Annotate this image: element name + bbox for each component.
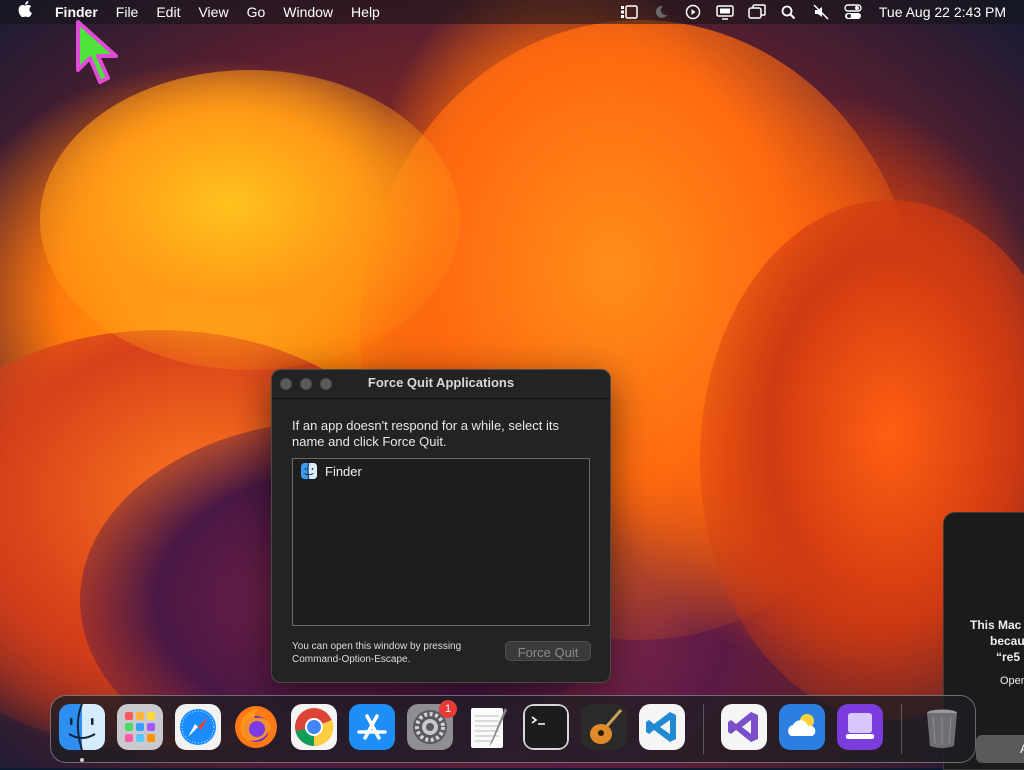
running-indicator bbox=[80, 758, 84, 762]
stage-manager-icon[interactable] bbox=[617, 0, 641, 24]
apple-configurator-icon bbox=[837, 704, 883, 750]
menu-view[interactable]: View bbox=[189, 0, 237, 24]
launchpad-icon bbox=[117, 704, 163, 750]
force-quit-button[interactable]: Force Quit bbox=[505, 641, 591, 661]
dock-firefox[interactable] bbox=[233, 704, 279, 750]
focus-moon-icon[interactable] bbox=[649, 0, 673, 24]
dock-separator bbox=[901, 704, 902, 754]
dock-finder[interactable] bbox=[59, 704, 105, 750]
dialog-description: If an app doesn't respond for a while, s… bbox=[292, 418, 559, 449]
safari-icon bbox=[175, 704, 221, 750]
apple-menu[interactable] bbox=[0, 0, 46, 24]
notification-line-1: This Mac bbox=[970, 618, 1022, 632]
finder-icon bbox=[59, 704, 105, 750]
dock-safari[interactable] bbox=[175, 704, 221, 750]
notification-button[interactable]: A bbox=[976, 735, 1024, 763]
dock-launchpad[interactable] bbox=[117, 704, 163, 750]
dock-separator bbox=[703, 704, 704, 754]
dock-app-store[interactable] bbox=[349, 704, 395, 750]
dock-weather[interactable] bbox=[779, 704, 825, 750]
menubar-clock[interactable]: Tue Aug 22 2:43 PM bbox=[869, 4, 1024, 20]
app-list[interactable]: Finder bbox=[292, 458, 590, 626]
display-icon[interactable] bbox=[713, 0, 737, 24]
chrome-icon bbox=[291, 704, 337, 750]
app-list-item[interactable]: Finder bbox=[293, 461, 589, 481]
notification-message: This Mac becau “re5 bbox=[970, 617, 1024, 665]
control-center-icon[interactable] bbox=[841, 0, 865, 24]
mouse-cursor-icon bbox=[76, 20, 118, 84]
menu-help[interactable]: Help bbox=[342, 0, 389, 24]
menu-window[interactable]: Window bbox=[274, 0, 342, 24]
app-name: Finder bbox=[325, 463, 362, 479]
dock: 1 bbox=[50, 695, 976, 763]
menu-bar: Finder File Edit View Go Window Help Tue… bbox=[0, 0, 1024, 24]
dock-visual-studio[interactable] bbox=[721, 704, 767, 750]
notification-subtext: Open bbox=[1000, 675, 1024, 687]
screen-recording-icon[interactable] bbox=[681, 0, 705, 24]
spotlight-search-icon[interactable] bbox=[777, 0, 801, 24]
dock-apple-configurator[interactable] bbox=[837, 704, 883, 750]
dock-terminal[interactable] bbox=[523, 704, 569, 750]
app-store-icon bbox=[349, 704, 395, 750]
dock-trash[interactable] bbox=[919, 704, 965, 750]
textedit-icon bbox=[471, 708, 507, 748]
garageband-icon bbox=[581, 704, 627, 750]
visual-studio-icon bbox=[721, 704, 767, 750]
force-quit-dialog: Force Quit Applications If an app doesn'… bbox=[271, 369, 611, 683]
notification-badge: 1 bbox=[439, 700, 457, 718]
finder-icon bbox=[301, 463, 317, 479]
dock-garageband[interactable] bbox=[581, 704, 627, 750]
weather-icon bbox=[779, 704, 825, 750]
notification-line-3: “re5 bbox=[996, 650, 1021, 664]
screen-mirroring-icon[interactable] bbox=[745, 0, 769, 24]
dialog-hint: You can open this window by pressing Com… bbox=[292, 641, 462, 665]
apple-icon bbox=[18, 1, 32, 18]
dialog-title: Force Quit Applications bbox=[367, 375, 515, 390]
menu-go[interactable]: Go bbox=[238, 0, 275, 24]
dock-vscode[interactable] bbox=[639, 704, 685, 750]
mute-icon[interactable] bbox=[809, 0, 833, 24]
dock-chrome[interactable] bbox=[291, 704, 337, 750]
dialog-titlebar: Force Quit Applications bbox=[272, 370, 610, 399]
dock-textedit[interactable] bbox=[465, 704, 511, 750]
menu-edit[interactable]: Edit bbox=[147, 0, 189, 24]
trash-icon bbox=[927, 709, 957, 748]
notification-line-2: becau bbox=[990, 634, 1024, 648]
terminal-icon bbox=[523, 704, 569, 750]
vscode-icon bbox=[639, 704, 685, 750]
firefox-icon bbox=[235, 706, 277, 748]
